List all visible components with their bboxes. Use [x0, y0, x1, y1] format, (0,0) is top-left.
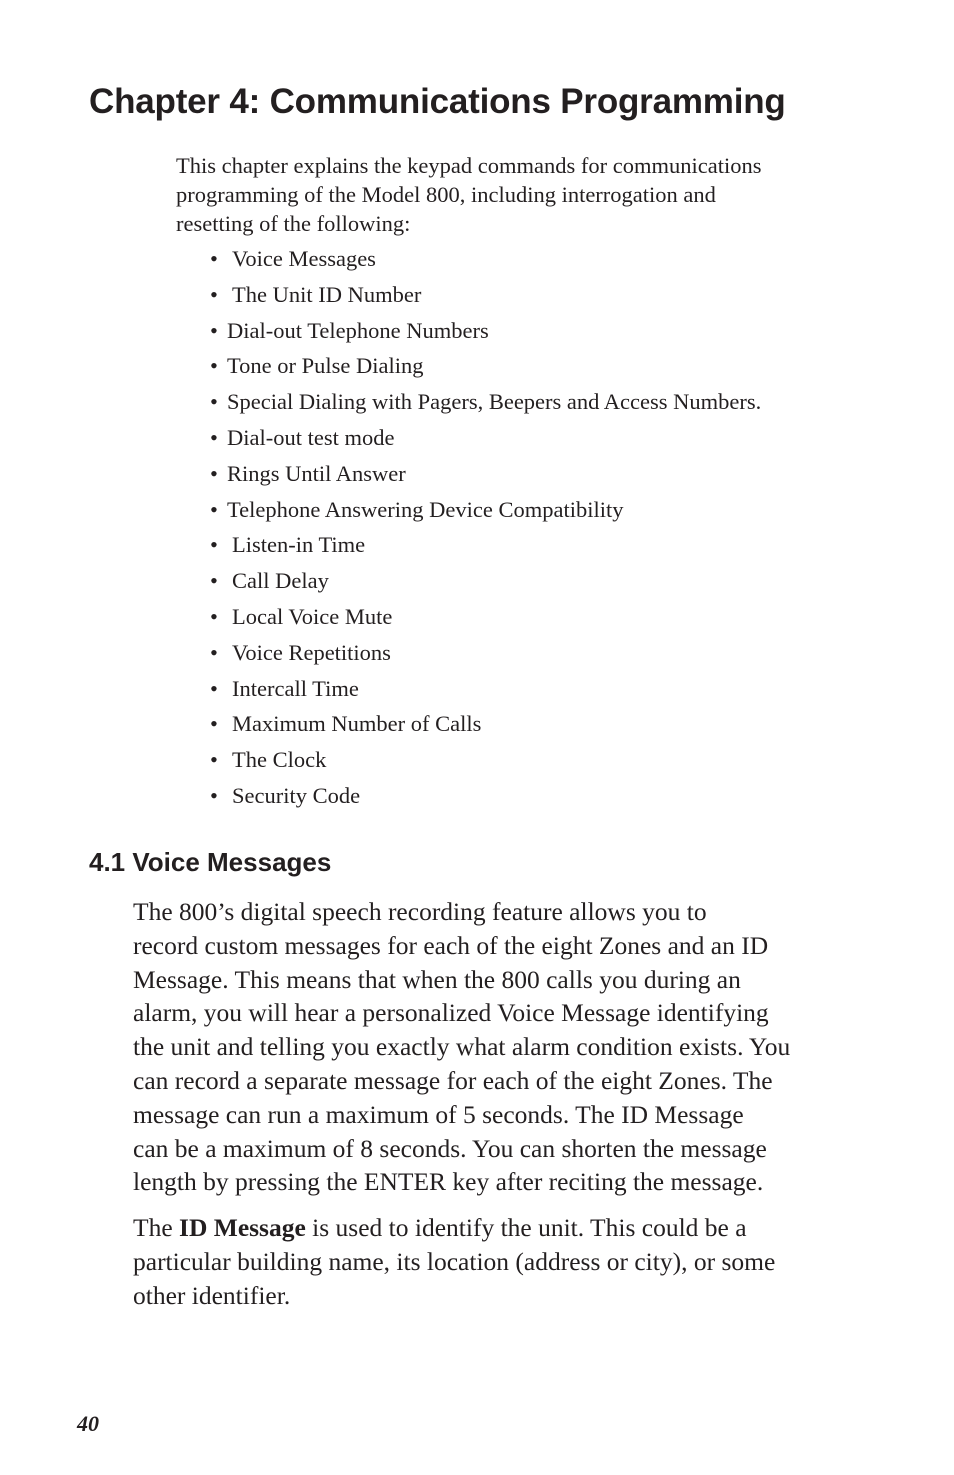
bullet-icon: •	[210, 711, 218, 737]
bullet-icon: •	[210, 389, 218, 415]
text-run: The	[133, 1213, 180, 1242]
topic-label: Voice Messages	[232, 246, 376, 271]
topic-list: • Voice Messages • The Unit ID Number • Dial-…	[210, 241, 761, 814]
topic-list-item: • Maximum Number of Calls	[210, 706, 761, 742]
intro-paragraph: This chapter explains the keypad command…	[176, 152, 836, 238]
topic-list-item: • Local Voice Mute	[210, 599, 761, 635]
topic-list-item: • Call Delay	[210, 563, 761, 599]
topic-label: Dial-out Telephone Numbers	[227, 317, 489, 343]
paragraph-line: the unit and telling you exactly what al…	[133, 1032, 791, 1062]
topic-list-item: • Rings Until Answer	[210, 456, 761, 492]
section-paragraph-2: The ID Message is used to identify the u…	[133, 1211, 833, 1312]
paragraph-line: message can run a maximum of 5 seconds. …	[133, 1099, 744, 1129]
bullet-icon: •	[210, 639, 218, 665]
topic-label: Tone or Pulse Dialing	[227, 353, 424, 379]
section-title: 4.1 Voice Messages	[89, 847, 332, 877]
topic-list-item: • Voice Repetitions	[210, 635, 761, 671]
id-message-term: ID Message	[179, 1213, 306, 1242]
topic-label: The Unit ID Number	[232, 281, 422, 307]
bullet-icon: •	[210, 424, 218, 450]
topic-label: Intercall Time	[232, 675, 359, 701]
topic-list-item: • Tone or Pulse Dialing	[210, 348, 761, 384]
topic-label: Maximum Number of Calls	[232, 711, 482, 737]
bullet-icon: •	[210, 317, 218, 343]
paragraph-line: particular building name, its location (…	[133, 1246, 776, 1276]
topic-list-item: • The Clock	[210, 742, 761, 778]
paragraph-line: can be a maximum of 8 seconds. You can s…	[133, 1133, 767, 1163]
bullet-icon: •	[210, 675, 218, 701]
paragraph-line: other identifier.	[133, 1280, 291, 1310]
topic-label: The Clock	[232, 747, 327, 773]
topic-list-item: • Voice Messages	[210, 241, 761, 277]
bullet-icon: •	[210, 496, 218, 522]
topic-label: Security Code	[232, 782, 361, 808]
bullet-icon: •	[210, 246, 218, 271]
bullet-icon: •	[210, 568, 218, 594]
topic-label: Special Dialing with Pagers, Beepers and…	[227, 389, 762, 415]
bullet-icon: •	[210, 353, 218, 379]
paragraph-line: alarm, you will hear a personalized Voic…	[133, 998, 769, 1028]
intro-line: This chapter explains the keypad command…	[176, 153, 762, 178]
topic-list-item: • Security Code	[210, 778, 761, 814]
document-page: Chapter 4: Communications Programming Th…	[0, 0, 954, 1475]
topic-label: Call Delay	[232, 568, 329, 594]
topic-list-item: • Listen-in Time	[210, 527, 761, 563]
topic-label: Telephone Answering Device Compatibility	[227, 496, 624, 522]
bullet-icon: •	[210, 782, 218, 808]
topic-list-item: • Intercall Time	[210, 671, 761, 707]
paragraph-line: length by pressing the ENTER key after r…	[133, 1167, 764, 1197]
topic-list-item: • Special Dialing with Pagers, Beepers an…	[210, 384, 761, 420]
intro-line: programming of the Model 800, including …	[176, 181, 716, 207]
paragraph-line: The 800’s digital speech recording featu…	[133, 897, 707, 926]
section-paragraph-1: The 800’s digital speech recording featu…	[133, 895, 833, 1199]
topic-list-item: • Dial-out Telephone Numbers	[210, 313, 761, 349]
bullet-icon: •	[210, 460, 218, 486]
topic-label: Listen-in Time	[232, 532, 366, 558]
paragraph-line: Message. This means that when the 800 ca…	[133, 964, 741, 994]
text-run: is used to identify the unit. This could…	[305, 1213, 747, 1242]
paragraph-line: The ID Message is used to identify the u…	[133, 1211, 833, 1245]
page-number: 40	[77, 1411, 99, 1436]
topic-list-item: • Telephone Answering Device Compatibilit…	[210, 492, 761, 528]
bullet-icon: •	[210, 532, 218, 558]
paragraph-line: record custom messages for each of the e…	[133, 930, 769, 960]
bullet-icon: •	[210, 747, 218, 773]
topic-label: Voice Repetitions	[232, 639, 391, 665]
topic-list-item: • The Unit ID Number	[210, 277, 761, 313]
paragraph-line: can record a separate message for each o…	[133, 1065, 773, 1095]
topic-list-item: • Dial-out test mode	[210, 420, 761, 456]
chapter-title: Chapter 4: Communications Programming	[89, 82, 786, 121]
bullet-icon: •	[210, 281, 218, 307]
topic-label: Local Voice Mute	[232, 603, 393, 629]
bullet-icon: •	[210, 603, 218, 629]
topic-label: Dial-out test mode	[227, 424, 395, 450]
topic-label: Rings Until Answer	[227, 460, 406, 486]
intro-line: resetting of the following:	[176, 210, 411, 236]
